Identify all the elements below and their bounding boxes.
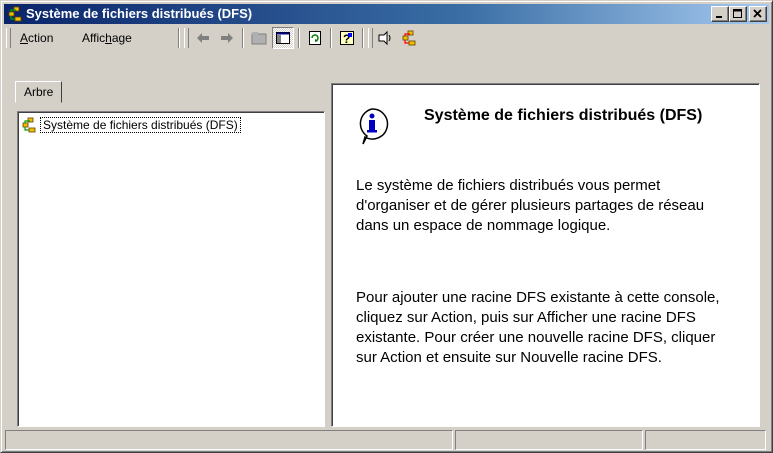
forward-arrow-icon (221, 33, 233, 43)
info-icon (354, 106, 390, 146)
description-title: Système de fichiers distribués (DFS) (424, 107, 703, 124)
maximize-icon (733, 9, 742, 18)
help-icon: ? (340, 31, 354, 46)
connect-icon (378, 30, 391, 46)
toolbar-grip[interactable] (6, 28, 11, 48)
refresh-icon (309, 31, 321, 45)
help-button[interactable]: ? (336, 27, 358, 49)
status-panel-2 (455, 430, 643, 450)
description-paragraph-2: Pour ajouter une racine DFS existante à … (356, 289, 720, 366)
back-button[interactable] (192, 27, 214, 49)
toolbar-separator (330, 28, 332, 48)
up-folder-icon (251, 32, 267, 45)
description-pane: Système de fichiers distribués (DFS) Le … (331, 83, 760, 427)
tab-arbre[interactable]: Arbre (15, 81, 63, 103)
menu-action[interactable]: Action (14, 29, 59, 47)
dfs-root-icon (402, 30, 416, 46)
toolbar: Action Affichage ? (4, 25, 769, 51)
menu-affichage[interactable]: Affichage (76, 29, 138, 47)
toolbar-separator (242, 28, 244, 48)
dfs-root-button[interactable] (398, 27, 420, 49)
status-panel-1 (5, 430, 453, 450)
status-panel-3 (645, 430, 766, 450)
title-bar[interactable]: Système de fichiers distribués (DFS) (4, 4, 769, 24)
description-paragraph-1: Le système de fichiers distribués vous p… (356, 177, 705, 234)
window-title: Système de fichiers distribués (DFS) (26, 6, 253, 21)
refresh-button[interactable] (304, 27, 326, 49)
tree-pane[interactable]: Système de fichiers distribués (DFS) (17, 111, 325, 427)
minimize-icon (716, 16, 722, 18)
toolbar-separator (178, 28, 180, 48)
up-level-button[interactable] (248, 27, 270, 49)
mmc-window: Système de fichiers distribués (DFS) Act… (0, 0, 773, 453)
close-icon (753, 9, 762, 18)
toolbar-separator (362, 28, 364, 48)
tree-item-label: Système de fichiers distribués (DFS) (40, 117, 241, 133)
maximize-button[interactable] (729, 6, 747, 22)
minimize-button[interactable] (711, 6, 729, 22)
dfs-icon (21, 117, 37, 133)
connect-button[interactable] (374, 27, 396, 49)
dfs-icon (7, 6, 23, 22)
back-arrow-icon (197, 33, 209, 43)
status-bar (5, 430, 768, 450)
show-hide-tree-button[interactable] (272, 27, 294, 49)
close-button[interactable] (749, 6, 767, 22)
toolbar-separator (298, 28, 300, 48)
forward-button[interactable] (216, 27, 238, 49)
toolbar-grip[interactable] (368, 28, 373, 48)
toolbar-grip[interactable] (184, 28, 189, 48)
show-hide-tree-icon (276, 32, 290, 44)
